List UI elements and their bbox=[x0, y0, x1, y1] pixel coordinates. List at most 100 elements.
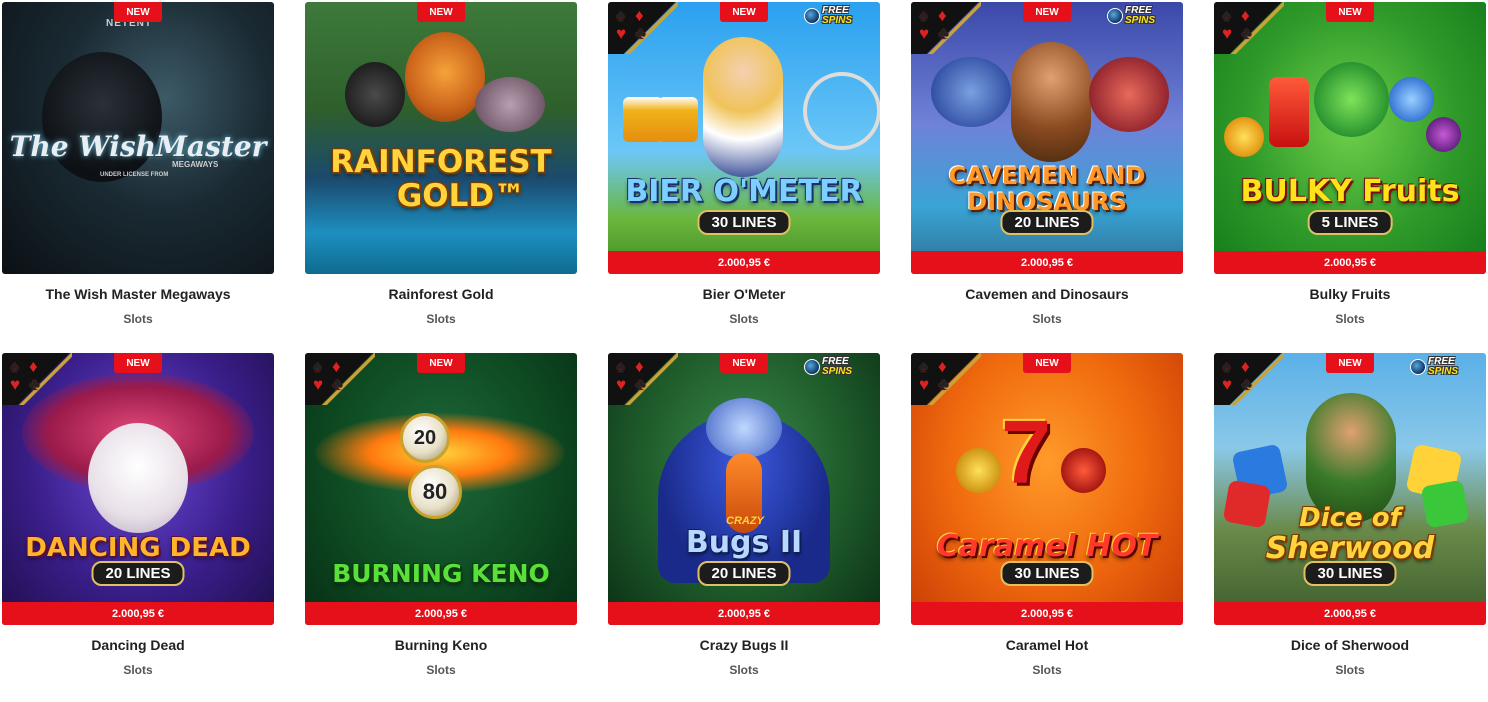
game-title[interactable]: Bier O'Meter bbox=[608, 286, 880, 302]
game-thumbnail[interactable]: DANCING DEAD 20 LINES 2.000,95 € ♠ ♦ ♥ ♣… bbox=[2, 353, 274, 625]
game-logo: RAINFOREST bbox=[330, 144, 552, 180]
game-grid: NETENT The WishMaster MEGAWAYS UNDER LIC… bbox=[0, 0, 1488, 678]
game-category: Slots bbox=[123, 312, 153, 326]
new-badge: NEW bbox=[417, 2, 465, 22]
clover-fruit bbox=[1314, 62, 1389, 137]
game-card-caramel-hot[interactable]: 7 Caramel HOT 30 LINES 2.000,95 € ♠ ♦ ♥ … bbox=[911, 351, 1183, 702]
spade-suit-icon: ♠ bbox=[919, 6, 929, 25]
card-suits-corner: ♠ ♦ ♥ ♣ bbox=[305, 353, 375, 405]
game-title[interactable]: The Wish Master Megaways bbox=[2, 286, 274, 302]
star-fruit bbox=[1389, 77, 1434, 122]
jackpot-price: 2.000,95 € bbox=[305, 602, 577, 625]
new-badge: NEW bbox=[114, 353, 162, 373]
paylines-label: 20 LINES bbox=[1000, 210, 1094, 235]
game-title[interactable]: Crazy Bugs II bbox=[608, 637, 880, 653]
jackpot-price: 2.000,95 € bbox=[1214, 602, 1486, 625]
diamond-suit-icon: ♦ bbox=[332, 357, 341, 376]
game-logo: Bugs II bbox=[685, 525, 803, 560]
club-suit-icon: ♣ bbox=[29, 375, 41, 394]
game-title[interactable]: Cavemen and Dinosaurs bbox=[911, 286, 1183, 302]
game-card-dice-of-sherwood[interactable]: Dice of Sherwood 30 LINES 2.000,95 € ♠ ♦… bbox=[1214, 351, 1486, 702]
game-thumbnail[interactable]: CRAZY Bugs II 20 LINES 2.000,95 € ♠ ♦ ♥ … bbox=[608, 353, 880, 625]
game-card-rainforest-gold[interactable]: RAINFOREST GOLD™ NEW Rainforest Gold Slo… bbox=[305, 0, 577, 351]
jackpot-price: 2.000,95 € bbox=[2, 602, 274, 625]
new-badge: NEW bbox=[1326, 353, 1374, 373]
diamond-suit-icon: ♦ bbox=[29, 357, 38, 376]
game-thumbnail[interactable]: BIER O'METER 30 LINES 2.000,95 € ♠ ♦ ♥ ♣… bbox=[608, 2, 880, 274]
club-suit-icon: ♣ bbox=[635, 24, 647, 43]
club-suit-icon: ♣ bbox=[1241, 24, 1253, 43]
heart-suit-icon: ♥ bbox=[616, 375, 627, 394]
keno-ball-top: 20 bbox=[400, 413, 450, 463]
game-card-burning-keno[interactable]: 20 80 BURNING KENO 2.000,95 € ♠ ♦ ♥ ♣ NE… bbox=[305, 351, 577, 702]
game-title[interactable]: Rainforest Gold bbox=[305, 286, 577, 302]
gorilla-figure bbox=[345, 62, 405, 127]
game-thumbnail[interactable]: Dice of Sherwood 30 LINES 2.000,95 € ♠ ♦… bbox=[1214, 353, 1486, 625]
jackpot-price: 2.000,95 € bbox=[608, 251, 880, 274]
club-suit-icon: ♣ bbox=[938, 375, 950, 394]
diamond-suit-icon: ♦ bbox=[938, 6, 947, 25]
game-logo: DANCING DEAD bbox=[25, 533, 251, 563]
beer-mug-right bbox=[658, 97, 698, 142]
jackpot-price: 2.000,95 € bbox=[911, 602, 1183, 625]
game-title[interactable]: Dice of Sherwood bbox=[1214, 637, 1486, 653]
game-logo: CAVEMEN AND bbox=[948, 162, 1146, 190]
jackpot-price: 2.000,95 € bbox=[1214, 251, 1486, 274]
free-spins-icon: FREE SPINS bbox=[1107, 6, 1177, 28]
melon-fruit bbox=[1224, 117, 1264, 157]
game-card-wish-master[interactable]: NETENT The WishMaster MEGAWAYS UNDER LIC… bbox=[2, 0, 274, 351]
club-suit-icon: ♣ bbox=[938, 24, 950, 43]
game-card-cavemen-dinosaurs[interactable]: CAVEMEN AND DINOSAURS 20 LINES 2.000,95 … bbox=[911, 0, 1183, 351]
game-thumbnail[interactable]: NETENT The WishMaster MEGAWAYS UNDER LIC… bbox=[2, 2, 274, 274]
new-badge: NEW bbox=[720, 353, 768, 373]
hippo-figure bbox=[475, 77, 545, 132]
keno-ball-bottom: 80 bbox=[408, 465, 462, 519]
game-category: Slots bbox=[1032, 663, 1062, 677]
club-suit-icon: ♣ bbox=[635, 375, 647, 394]
logo-subtitle: MEGAWAYS bbox=[172, 160, 219, 169]
diamond-suit-icon: ♦ bbox=[1241, 6, 1250, 25]
spade-suit-icon: ♠ bbox=[616, 6, 626, 25]
game-card-crazy-bugs-2[interactable]: CRAZY Bugs II 20 LINES 2.000,95 € ♠ ♦ ♥ … bbox=[608, 351, 880, 702]
card-suits-corner: ♠ ♦ ♥ ♣ bbox=[2, 353, 72, 405]
game-category: Slots bbox=[123, 663, 153, 677]
waitress-figure bbox=[703, 37, 783, 177]
game-title[interactable]: Bulky Fruits bbox=[1214, 286, 1486, 302]
star-symbol bbox=[1061, 448, 1106, 493]
spade-suit-icon: ♠ bbox=[919, 357, 929, 376]
game-thumbnail[interactable]: BULKY Fruits 5 LINES 2.000,95 € ♠ ♦ ♥ ♣ … bbox=[1214, 2, 1486, 274]
plum-fruit bbox=[1426, 117, 1461, 152]
game-card-dancing-dead[interactable]: DANCING DEAD 20 LINES 2.000,95 € ♠ ♦ ♥ ♣… bbox=[2, 351, 274, 702]
game-logo: BIER O'METER bbox=[625, 174, 863, 209]
game-category: Slots bbox=[1335, 663, 1365, 677]
heart-suit-icon: ♥ bbox=[616, 24, 627, 43]
game-thumbnail[interactable]: RAINFOREST GOLD™ NEW bbox=[305, 2, 577, 274]
spade-suit-icon: ♠ bbox=[1222, 6, 1232, 25]
free-spins-icon: FREE SPINS bbox=[1410, 357, 1480, 379]
free-spins-icon: FREE SPINS bbox=[804, 6, 874, 28]
game-title[interactable]: Burning Keno bbox=[305, 637, 577, 653]
spade-suit-icon: ♠ bbox=[1222, 357, 1232, 376]
spade-suit-icon: ♠ bbox=[10, 357, 20, 376]
spade-suit-icon: ♠ bbox=[313, 357, 323, 376]
tiger-figure bbox=[405, 32, 485, 122]
game-card-bulky-fruits[interactable]: BULKY Fruits 5 LINES 2.000,95 € ♠ ♦ ♥ ♣ … bbox=[1214, 0, 1486, 351]
card-suits-corner: ♠ ♦ ♥ ♣ bbox=[608, 2, 678, 54]
logo-subtitle: GOLD™ bbox=[396, 178, 526, 214]
paylines-label: 20 LINES bbox=[697, 561, 791, 586]
game-thumbnail[interactable]: 7 Caramel HOT 30 LINES 2.000,95 € ♠ ♦ ♥ … bbox=[911, 353, 1183, 625]
paylines-label: 30 LINES bbox=[697, 210, 791, 235]
new-badge: NEW bbox=[1023, 353, 1071, 373]
game-card-bier-ometer[interactable]: BIER O'METER 30 LINES 2.000,95 € ♠ ♦ ♥ ♣… bbox=[608, 0, 880, 351]
spade-suit-icon: ♠ bbox=[616, 357, 626, 376]
heart-suit-icon: ♥ bbox=[919, 24, 930, 43]
diamond-suit-icon: ♦ bbox=[635, 6, 644, 25]
jackpot-price: 2.000,95 € bbox=[608, 602, 880, 625]
game-title[interactable]: Dancing Dead bbox=[2, 637, 274, 653]
heart-suit-icon: ♥ bbox=[919, 375, 930, 394]
game-logo: Dice of bbox=[1299, 503, 1401, 533]
game-title[interactable]: Caramel Hot bbox=[911, 637, 1183, 653]
game-logo: Caramel HOT bbox=[936, 529, 1158, 564]
game-thumbnail[interactable]: 20 80 BURNING KENO 2.000,95 € ♠ ♦ ♥ ♣ NE… bbox=[305, 353, 577, 625]
game-thumbnail[interactable]: CAVEMEN AND DINOSAURS 20 LINES 2.000,95 … bbox=[911, 2, 1183, 274]
